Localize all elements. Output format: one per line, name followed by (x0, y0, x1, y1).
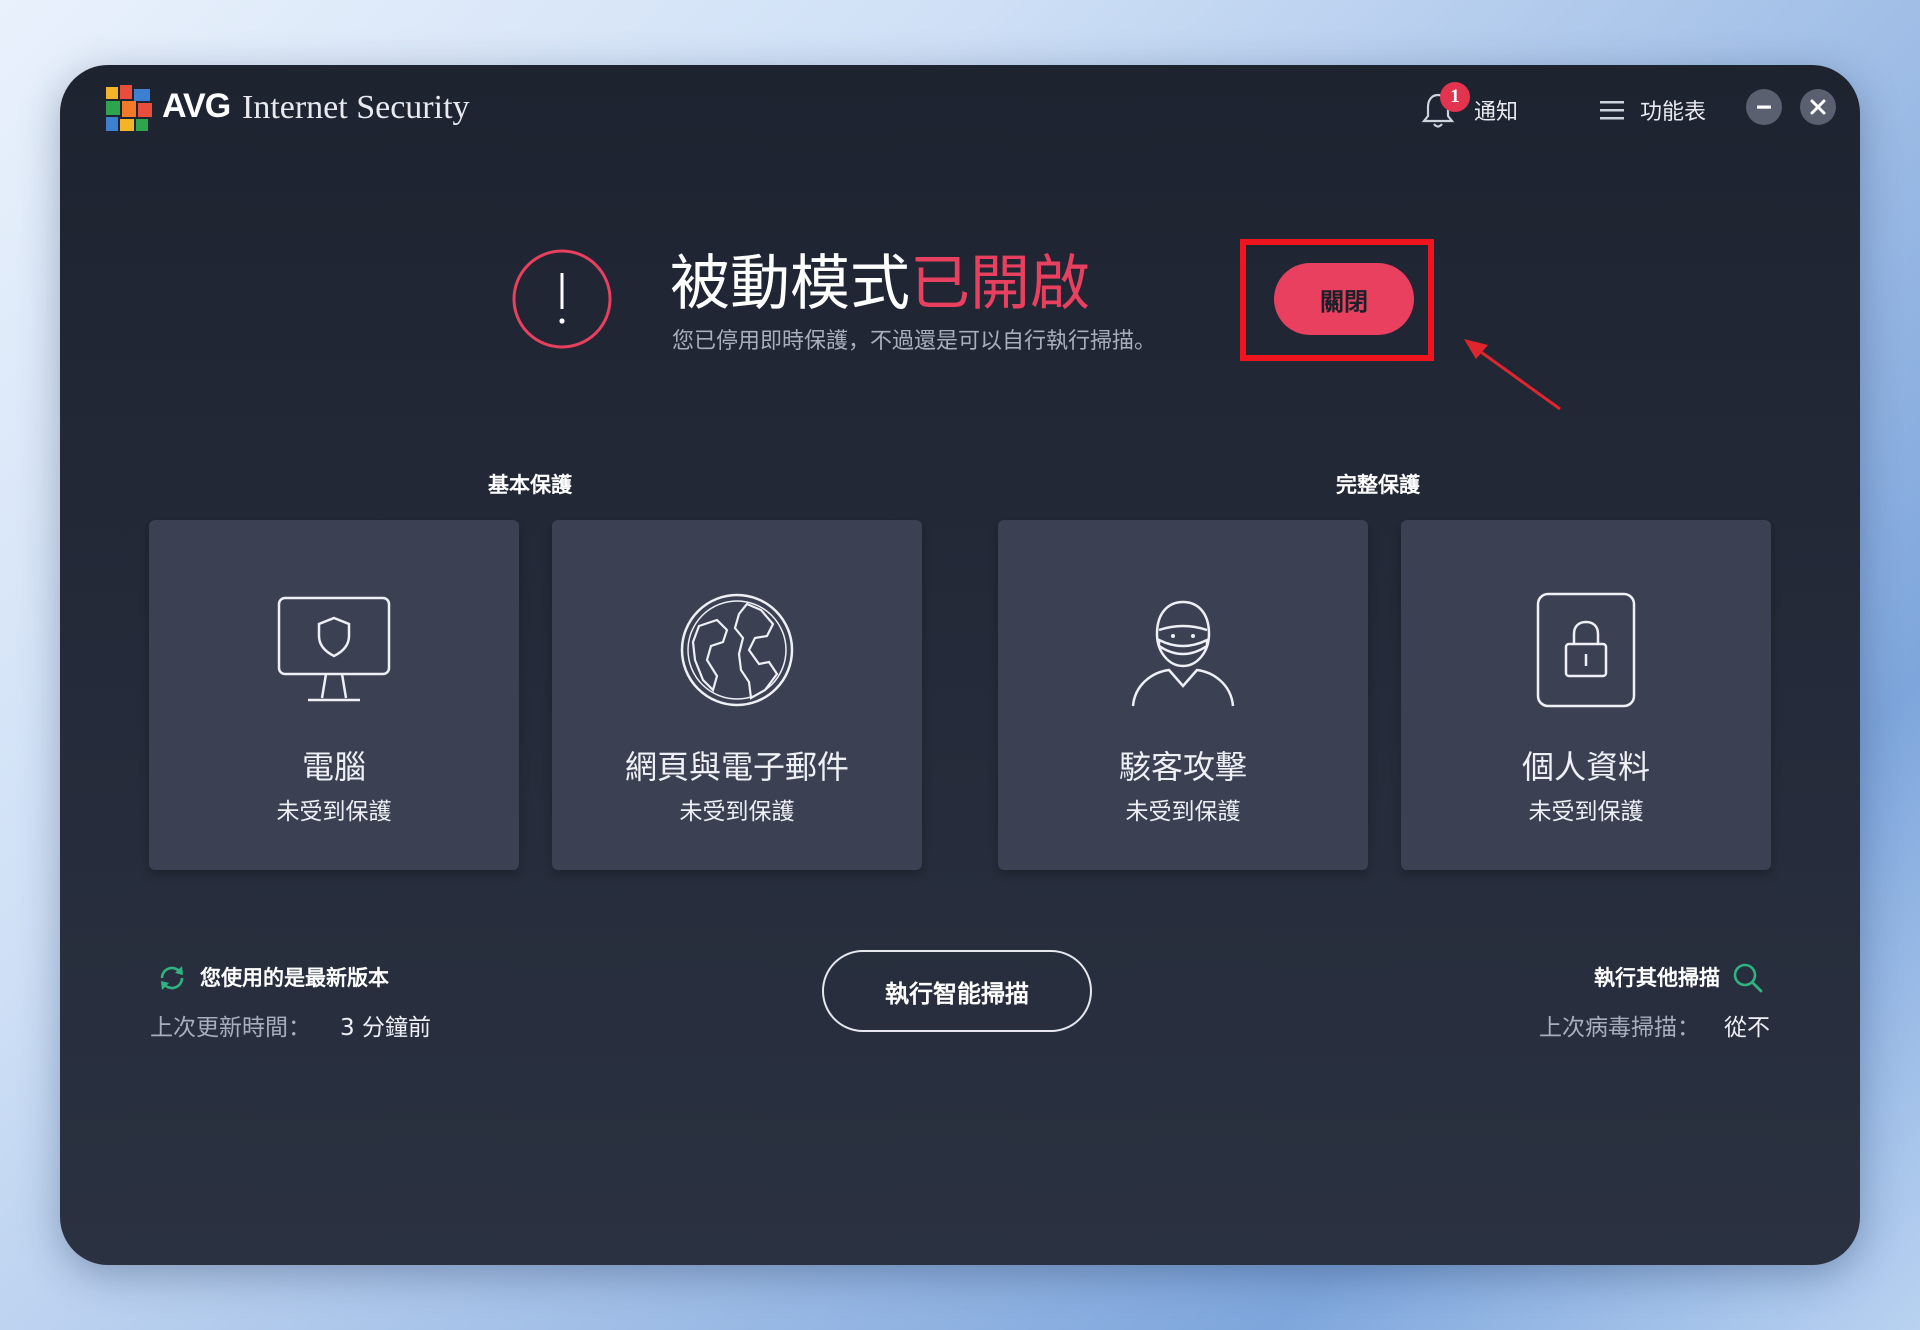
hacker-icon (1131, 600, 1235, 707)
turn-off-passive-mode-button[interactable]: 關閉 (1274, 263, 1414, 335)
card-status: 未受到保護 (679, 799, 795, 825)
brand-name: AVG (162, 87, 231, 125)
annotation-arrow-icon (1464, 339, 1561, 411)
product-name: Internet Security (242, 89, 470, 126)
close-button[interactable] (1800, 89, 1836, 125)
card-title: 個人資料 (1521, 748, 1650, 786)
run-smart-scan-button[interactable]: 執行智能掃描 (822, 950, 1092, 1032)
card-web-email[interactable]: 網頁與電子郵件 未受到保護 (552, 520, 922, 870)
notifications-button[interactable]: 1 通知 (1420, 82, 1519, 135)
card-personal-data[interactable]: 個人資料 未受到保護 (1401, 520, 1771, 870)
card-title: 網頁與電子郵件 (624, 748, 849, 786)
card-title: 電腦 (301, 748, 366, 786)
computer-shield-icon (277, 596, 391, 702)
warning-exclamation-icon (512, 249, 612, 349)
other-scans: 執行其他掃描 上次病毒掃描： 從不 (1450, 958, 1770, 1041)
menu-label: 功能表 (1640, 100, 1707, 125)
minimize-button[interactable] (1746, 89, 1782, 125)
hamburger-icon (1600, 101, 1624, 120)
last-virus-scan-label: 上次病毒掃描： (1539, 1015, 1700, 1041)
update-title: 您使用的是最新版本 (200, 966, 389, 990)
page-subtitle: 您已停用即時保護，不過還是可以自行執行掃描。 (672, 329, 1157, 354)
lock-icon (1536, 592, 1636, 708)
card-title: 駭客攻擊 (1118, 748, 1247, 786)
card-status: 未受到保護 (276, 799, 392, 825)
last-virus-scan-value: 從不 (1724, 1015, 1770, 1041)
card-computer[interactable]: 電腦 未受到保護 (149, 520, 519, 870)
card-status: 未受到保護 (1528, 799, 1644, 825)
globe-icon (680, 593, 794, 707)
notifications-label: 通知 (1474, 100, 1519, 125)
section-full-protection: 完整保護 (1336, 473, 1420, 497)
notification-badge: 1 (1440, 82, 1470, 112)
last-update-value: 3 分鐘前 (340, 1015, 431, 1041)
avg-logo-icon (106, 85, 152, 131)
bell-icon: 1 (1420, 82, 1470, 130)
title-main: 被動模式 (670, 249, 910, 319)
refresh-icon (160, 966, 184, 990)
app-window: AVG Internet Security 1 通知 功能表 被動模式已開啟 您… (60, 65, 1860, 1265)
page-title: 被動模式已開啟 (670, 235, 1090, 322)
title-highlight: 已開啟 (910, 249, 1090, 319)
card-status: 未受到保護 (1125, 799, 1241, 825)
close-icon (1810, 99, 1826, 115)
minimize-icon (1757, 105, 1771, 109)
run-other-scans-link[interactable]: 執行其他掃描 (1594, 962, 1720, 992)
card-hacker-attacks[interactable]: 駭客攻擊 未受到保護 (998, 520, 1368, 870)
menu-button[interactable]: 功能表 (1598, 85, 1706, 135)
search-icon[interactable] (1732, 962, 1764, 994)
last-update-label: 上次更新時間： (150, 1015, 311, 1041)
title-bar: AVG Internet Security 1 通知 功能表 (60, 65, 1860, 175)
section-basic-protection: 基本保護 (488, 473, 572, 497)
